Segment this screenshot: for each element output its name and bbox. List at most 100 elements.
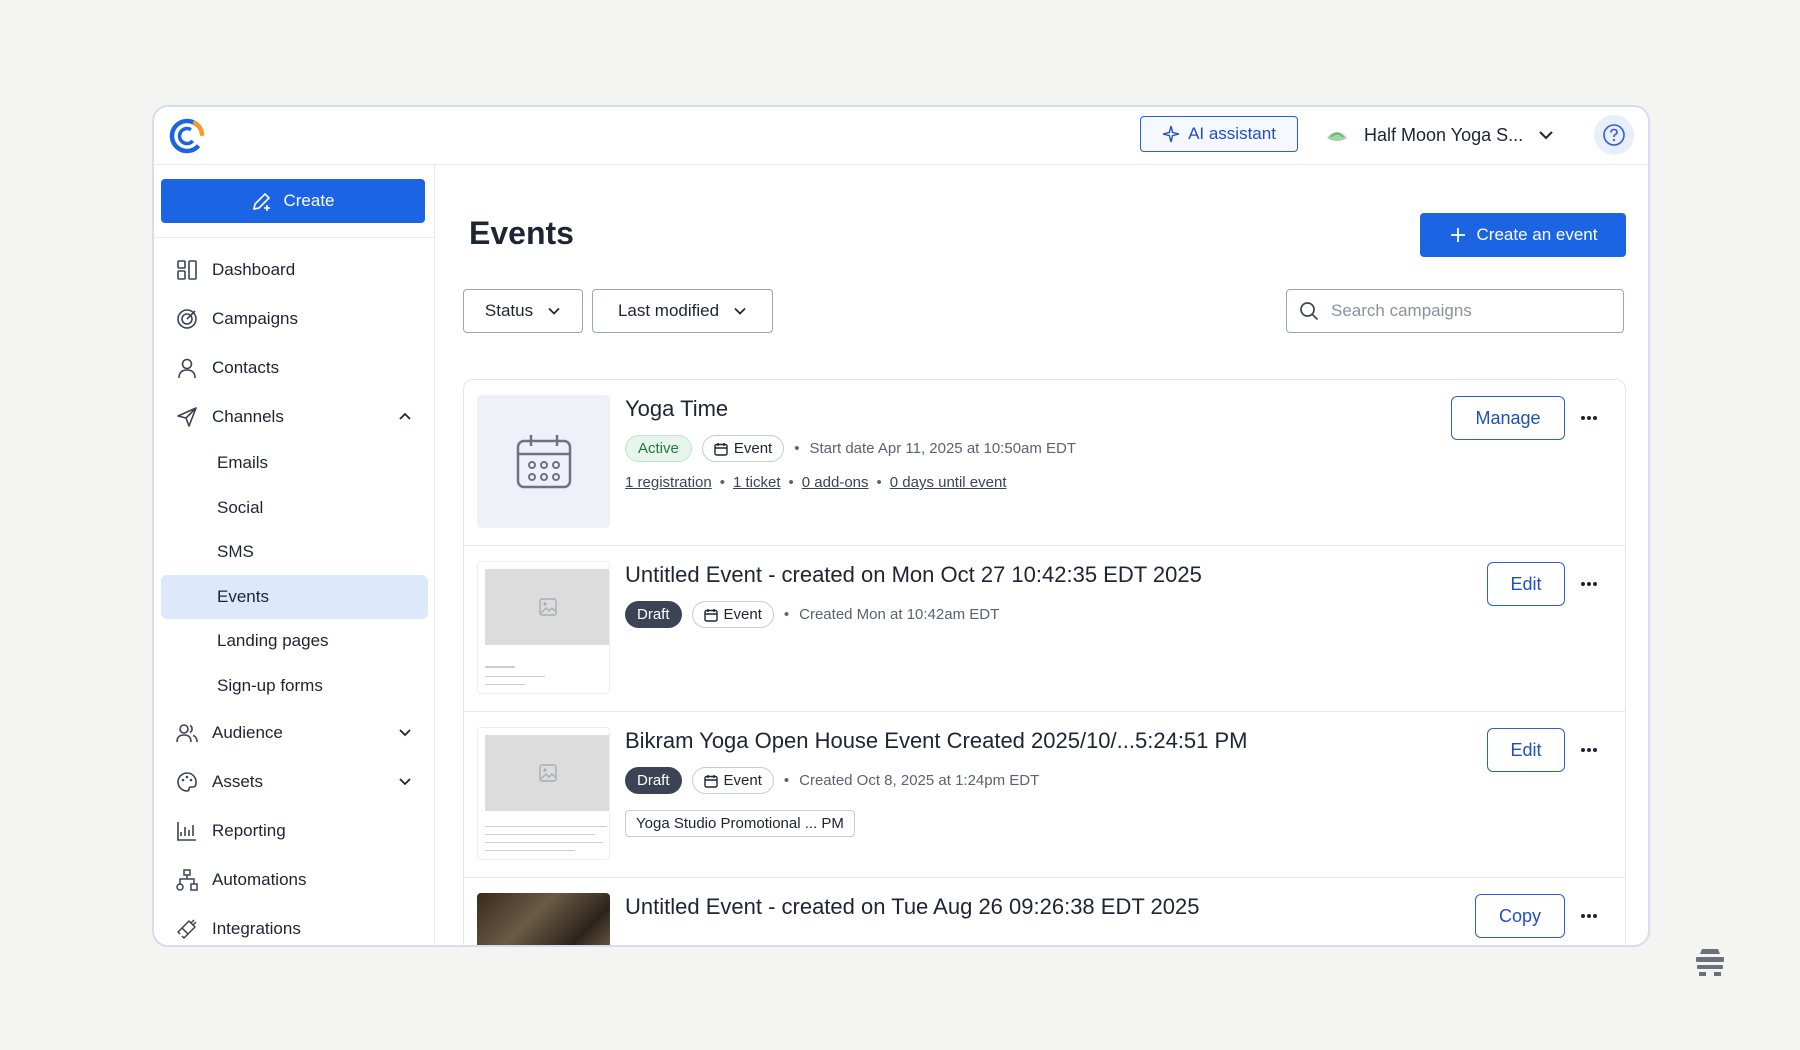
- search-input[interactable]: [1331, 301, 1601, 321]
- calendar-icon: [703, 774, 718, 788]
- sidebar-item-label: Campaigns: [212, 308, 298, 328]
- sidebar-item-label: Audience: [212, 722, 283, 742]
- sidebar-item-campaigns[interactable]: Campaigns: [154, 294, 435, 343]
- sort-label: Last modified: [617, 301, 720, 320]
- calendar-icon: [516, 434, 571, 488]
- create-event-button[interactable]: Create an event: [1420, 213, 1626, 257]
- thumbnail-line: [485, 666, 515, 668]
- event-title[interactable]: Bikram Yoga Open House Event Created 202…: [625, 728, 1248, 754]
- sidebar-item-automations[interactable]: Automations: [154, 855, 435, 904]
- type-badge-label: Event: [723, 606, 762, 623]
- event-list: Yoga Time Active Event • Start date Apr …: [463, 379, 1626, 945]
- separator-dot: •: [876, 474, 882, 491]
- sidebar-item-reporting[interactable]: Reporting: [154, 806, 435, 855]
- sidebar-divider: [154, 237, 434, 238]
- copy-button[interactable]: Copy: [1475, 894, 1565, 938]
- more-options-icon[interactable]: [1577, 738, 1601, 762]
- type-badge-label: Event: [723, 772, 762, 789]
- event-stats: 1 registration • 1 ticket • 0 add-ons • 0 d…: [625, 474, 1007, 491]
- sidebar-subitem-label: Landing pages: [217, 631, 329, 651]
- event-meta: Created Oct 8, 2025 at 1:24pm EDT: [799, 772, 1040, 789]
- sidebar-subitem-sign-up-forms[interactable]: Sign-up forms: [161, 664, 428, 709]
- sidebar-subitem-sms[interactable]: SMS: [161, 530, 428, 575]
- top-bar: AI assistant Half Moon Yoga S...: [154, 107, 1648, 165]
- edit-button[interactable]: Edit: [1487, 562, 1565, 606]
- event-badges: Draft Event • Created Mon at 10:42am EDT: [625, 601, 999, 628]
- sidebar-item-label: Reporting: [212, 820, 286, 840]
- event-title[interactable]: Yoga Time: [625, 396, 728, 422]
- type-badge-label: Event: [733, 440, 773, 457]
- main-content: Events Create an event Status Last modif…: [436, 165, 1648, 945]
- thumbnail-line: [485, 684, 525, 685]
- account-name: Half Moon Yoga S...: [1364, 124, 1524, 145]
- person-icon: [174, 355, 200, 381]
- sidebar-item-assets[interactable]: Assets: [154, 757, 435, 806]
- thumbnail-line: [485, 826, 607, 827]
- target-icon: [174, 306, 200, 332]
- more-options-icon[interactable]: [1577, 406, 1601, 430]
- sidebar-subitem-label: Emails: [217, 453, 269, 473]
- sidebar-item-integrations[interactable]: Integrations: [154, 904, 435, 945]
- watermark-logo-icon: [1696, 949, 1724, 976]
- add-ons-link[interactable]: 0 add-ons: [802, 474, 869, 491]
- event-row[interactable]: Untitled Event - created on Mon Oct 27 1…: [464, 546, 1625, 712]
- create-button[interactable]: Create: [161, 179, 425, 223]
- event-title[interactable]: Untitled Event - created on Mon Oct 27 1…: [625, 562, 1202, 588]
- separator-dot: •: [788, 474, 794, 491]
- sidebar-item-contacts[interactable]: Contacts: [154, 343, 435, 392]
- days-until-link[interactable]: 0 days until event: [890, 474, 1007, 491]
- paper-plane-icon: [174, 404, 200, 430]
- event-badges: Draft Event • Created Oct 8, 2025 at 1:2…: [625, 767, 1039, 794]
- separator-dot: •: [783, 606, 790, 623]
- sidebar-item-channels[interactable]: Channels: [154, 392, 435, 441]
- palette-icon: [174, 769, 200, 795]
- event-thumbnail-photo: [477, 893, 610, 945]
- flow-icon: [174, 867, 200, 893]
- sidebar-subitem-label: Events: [217, 586, 269, 606]
- thumbnail-line: [485, 676, 545, 677]
- people-icon: [174, 720, 200, 746]
- sidebar-nav: Dashboard Campaigns Contacts Channels Em…: [154, 245, 435, 945]
- status-filter-label: Status: [484, 301, 534, 320]
- sidebar-subitem-events[interactable]: Events: [161, 574, 428, 619]
- thumbnail-line: [485, 850, 575, 851]
- app-window: AI assistant Half Moon Yoga S... Create …: [152, 105, 1650, 947]
- chart-icon: [174, 818, 200, 844]
- manage-button[interactable]: Manage: [1451, 396, 1565, 440]
- event-badges: Active Event • Start date Apr 11, 2025 a…: [625, 435, 1076, 462]
- chevron-up-icon: [399, 412, 411, 420]
- type-badge: Event: [701, 435, 785, 462]
- sidebar-subitem-landing-pages[interactable]: Landing pages: [161, 619, 428, 664]
- help-icon: [1603, 124, 1625, 146]
- sort-dropdown[interactable]: Last modified: [592, 289, 773, 333]
- more-options-icon[interactable]: [1577, 904, 1601, 928]
- more-options-icon[interactable]: [1577, 572, 1601, 596]
- event-row[interactable]: Bikram Yoga Open House Event Created 202…: [464, 712, 1625, 878]
- registrations-link[interactable]: 1 registration: [625, 474, 712, 491]
- event-meta: Start date Apr 11, 2025 at 10:50am EDT: [809, 440, 1077, 457]
- sidebar: Create Dashboard Campaigns Contacts Chan…: [154, 165, 435, 945]
- search-icon: [1300, 302, 1319, 321]
- sidebar-subitem-social[interactable]: Social: [161, 486, 428, 531]
- event-title[interactable]: Untitled Event - created on Tue Aug 26 0…: [625, 894, 1199, 920]
- chevron-down-icon: [734, 307, 746, 315]
- sidebar-subitem-label: Social: [217, 497, 264, 517]
- sidebar-item-audience[interactable]: Audience: [154, 708, 435, 757]
- separator-dot: •: [794, 440, 800, 457]
- sparkle-icon: [1162, 125, 1180, 143]
- edit-button[interactable]: Edit: [1487, 728, 1565, 772]
- event-row[interactable]: Untitled Event - created on Tue Aug 26 0…: [464, 878, 1625, 945]
- event-thumbnail: [477, 727, 610, 860]
- sidebar-item-dashboard[interactable]: Dashboard: [154, 245, 435, 294]
- account-switcher[interactable]: Half Moon Yoga S...: [1324, 115, 1555, 155]
- campaign-tag[interactable]: Yoga Studio Promotional ... PM: [625, 810, 855, 837]
- help-button[interactable]: [1594, 115, 1634, 155]
- dashboard-icon: [174, 257, 200, 283]
- ai-assistant-button[interactable]: AI assistant: [1140, 116, 1298, 152]
- tickets-link[interactable]: 1 ticket: [733, 474, 781, 491]
- sidebar-subitem-emails[interactable]: Emails: [161, 441, 428, 486]
- status-filter-dropdown[interactable]: Status: [463, 289, 583, 333]
- event-row[interactable]: Yoga Time Active Event • Start date Apr …: [464, 380, 1625, 546]
- ai-assistant-label: AI assistant: [1188, 124, 1276, 143]
- brand-logo-icon[interactable]: [168, 117, 206, 155]
